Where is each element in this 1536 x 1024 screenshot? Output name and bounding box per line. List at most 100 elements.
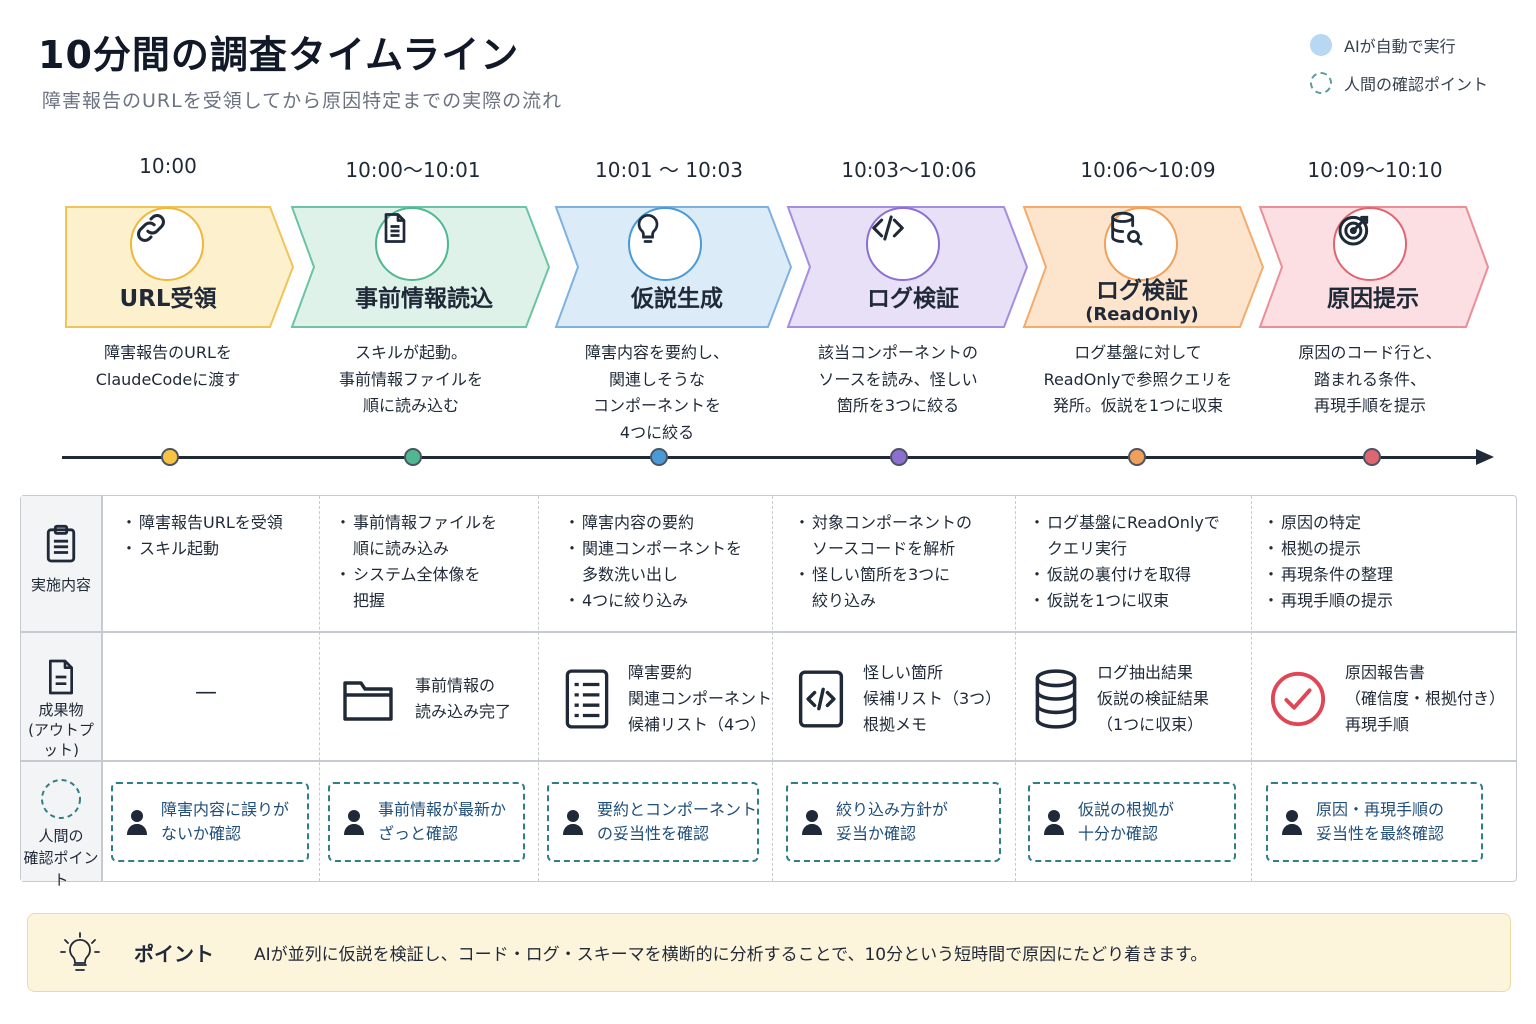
activity-list: 対象コンポーネントのソースコードを解析 怪しい箇所を3つに絞り込み bbox=[794, 510, 972, 614]
step-chevron-log-readonly: ログ検証 (ReadOnly) bbox=[1022, 205, 1266, 329]
legend-item-human: 人間の確認ポイント bbox=[1310, 70, 1488, 96]
deliverable-log: 怪しい箇所 候補リスト（3つ） 根拠メモ bbox=[797, 656, 1001, 742]
list-item: ログ基盤にReadOnlyでクエリ実行 bbox=[1029, 510, 1220, 562]
row-header-label: 実施内容 bbox=[30, 576, 91, 594]
list-item: 怪しい箇所を3つに絞り込み bbox=[794, 562, 972, 614]
timeline-dot bbox=[650, 448, 668, 466]
list-item: 仮説を1つに収束 bbox=[1029, 588, 1220, 614]
document-icon bbox=[49, 659, 73, 695]
desc-line: 箇所を3つに絞る bbox=[836, 396, 960, 415]
legend: AIが自動で実行 人間の確認ポイント bbox=[1310, 32, 1488, 108]
step-time: 10:06～10:09 bbox=[1080, 158, 1216, 182]
list-item: 再現条件の整理 bbox=[1263, 562, 1393, 588]
clipboard-icon bbox=[46, 524, 76, 563]
legend-label-ai: AIが自動で実行 bbox=[1344, 37, 1456, 56]
desc-line: ログ基盤に対して bbox=[1074, 343, 1202, 362]
desc-line: 事前情報ファイルを bbox=[338, 369, 483, 389]
step-chevron-log: ログ検証 bbox=[786, 205, 1030, 329]
deliverable-empty: — bbox=[195, 680, 217, 705]
header-divider bbox=[101, 496, 103, 881]
checkpoint-text: 要約とコンポーネント の妥当性を確認 bbox=[597, 800, 758, 843]
step-label: ログ検証 bbox=[867, 286, 959, 312]
step-description: 障害内容を要約し、 関連しそうな コンポーネントを 4つに絞る bbox=[537, 340, 777, 446]
step-time: 10:00 bbox=[139, 154, 197, 178]
step-description: スキルが起動。 事前情報ファイルを 順に読み込む bbox=[291, 340, 531, 420]
step-label: 事前情報読込 bbox=[355, 286, 493, 312]
step-time: 10:03～10:06 bbox=[841, 158, 977, 182]
deliverable-preload: 事前情報の 読み込み完了 bbox=[341, 660, 511, 738]
row-divider bbox=[21, 631, 1516, 633]
column-divider bbox=[538, 496, 539, 881]
desc-line: 発所。仮説を1つに収束 bbox=[1052, 396, 1224, 415]
column-divider bbox=[319, 496, 320, 881]
checkpoint-text: 絞り込み方針が 妥当か確認 bbox=[836, 800, 949, 843]
checkpoint-card: 事前情報が最新か ざっと確認 bbox=[328, 782, 525, 862]
list-item: 原因の特定 bbox=[1263, 510, 1393, 536]
point-label: ポイント bbox=[134, 942, 214, 966]
activity-list: ログ基盤にReadOnlyでクエリ実行 仮説の裏付けを取得 仮説を1つに収束 bbox=[1029, 510, 1220, 614]
checkpoint-text: 仮説の根拠が 十分か確認 bbox=[1078, 800, 1175, 843]
deliverable-text: 事前情報の 読み込み完了 bbox=[415, 676, 512, 721]
deliverable-log-readonly: ログ抽出結果 仮説の検証結果 （1つに収束） bbox=[1033, 656, 1209, 742]
step-description: ログ基盤に対して ReadOnlyで参照クエリを 発所。仮説を1つに収束 bbox=[1018, 340, 1258, 420]
row-header-line: 成果物 bbox=[38, 701, 84, 719]
activity-list: 障害内容の要約 関連コンポーネントを多数洗い出し 4つに絞り込み bbox=[564, 510, 742, 614]
legend-item-ai: AIが自動で実行 bbox=[1310, 32, 1488, 58]
timeline-dot bbox=[890, 448, 908, 466]
deliverable-cause: 原因報告書 （確信度・根拠付き） 再現手順 bbox=[1269, 656, 1505, 742]
activity-list: 障害報告URLを受領 スキル起動 bbox=[121, 510, 283, 562]
timeline-dot bbox=[1363, 448, 1381, 466]
step-label: URL受領 bbox=[119, 286, 217, 312]
list-item: 再現手順の提示 bbox=[1263, 588, 1393, 614]
checkpoint-card: 原因・再現手順の 妥当性を最終確認 bbox=[1266, 782, 1483, 862]
row-header-deliverables: 成果物 (アウトプット) bbox=[21, 632, 101, 760]
desc-line: 再現手順を提示 bbox=[1313, 396, 1426, 415]
checkpoint-card: 要約とコンポーネント の妥当性を確認 bbox=[547, 782, 759, 862]
desc-line: 障害内容を要約し、 bbox=[584, 343, 729, 362]
desc-line: ClaudeCodeに渡す bbox=[95, 369, 241, 389]
link-icon bbox=[130, 207, 204, 281]
person-icon bbox=[1282, 810, 1302, 835]
step-time: 10:00～10:01 bbox=[345, 158, 481, 182]
step-description: 障害報告のURLを ClaudeCodeに渡す bbox=[48, 340, 288, 393]
page-subtitle: 障害報告のURLを受領してから原因特定までの実際の流れ bbox=[42, 90, 563, 112]
row-divider bbox=[21, 760, 1516, 762]
list-item: 仮説の裏付けを取得 bbox=[1029, 562, 1220, 588]
step-label: 原因提示 bbox=[1327, 286, 1419, 312]
step-chevron-cause: 原因提示 bbox=[1258, 205, 1490, 329]
list-item: 根拠の提示 bbox=[1263, 536, 1393, 562]
column-divider bbox=[1251, 496, 1252, 881]
step-label: 仮説生成 bbox=[631, 286, 723, 312]
desc-line: 順に読み込む bbox=[362, 396, 459, 415]
row-header-checkpoints: 人間の 確認ポイント bbox=[21, 761, 101, 889]
step-label: ログ検証 (ReadOnly) bbox=[1042, 277, 1242, 325]
step-sublabel: (ReadOnly) bbox=[1085, 304, 1199, 325]
checkpoint-card: 障害内容に誤りが ないか確認 bbox=[111, 782, 309, 862]
target-icon bbox=[1333, 207, 1407, 281]
document-icon bbox=[375, 207, 449, 281]
desc-line: 関連しそうな bbox=[608, 369, 705, 389]
list-item: 障害報告URLを受領 bbox=[121, 510, 283, 536]
deliverable-text: 原因報告書 （確信度・根拠付き） 再現手順 bbox=[1345, 663, 1506, 734]
checkpoint-text: 障害内容に誤りが ないか確認 bbox=[161, 800, 290, 843]
legend-label-human: 人間の確認ポイント bbox=[1344, 75, 1489, 94]
row-header-line: 人間の bbox=[38, 827, 84, 845]
step-description: 該当コンポーネントの ソースを読み、怪しい 箇所を3つに絞る bbox=[778, 340, 1018, 420]
row-header-line: (アウトプット) bbox=[28, 721, 94, 759]
step-time: 10:09～10:10 bbox=[1307, 158, 1443, 182]
detail-table: 実施内容 成果物 (アウトプット) 人間の 確認ポイント 障害報告URLを受領 … bbox=[20, 495, 1517, 889]
column-divider bbox=[772, 496, 773, 881]
database-icon bbox=[1035, 669, 1077, 729]
column-divider bbox=[1015, 496, 1016, 881]
timeline-dot bbox=[1128, 448, 1146, 466]
timeline-dot bbox=[404, 448, 422, 466]
desc-line: ソースを読み、怪しい bbox=[818, 369, 978, 389]
person-icon bbox=[344, 810, 364, 835]
page-title: 10分間の調査タイムライン bbox=[38, 33, 520, 77]
timeline-dot bbox=[161, 448, 179, 466]
step-chevron-preload: 事前情報読込 bbox=[290, 205, 552, 329]
deliverable-text: ログ抽出結果 仮説の検証結果 （1つに収束） bbox=[1097, 663, 1210, 734]
person-icon bbox=[1044, 810, 1064, 835]
deliverable-hypothesis: 障害要約 関連コンポーネント 候補リスト（4つ） bbox=[564, 656, 772, 742]
checkpoint-card: 絞り込み方針が 妥当か確認 bbox=[786, 782, 1001, 862]
